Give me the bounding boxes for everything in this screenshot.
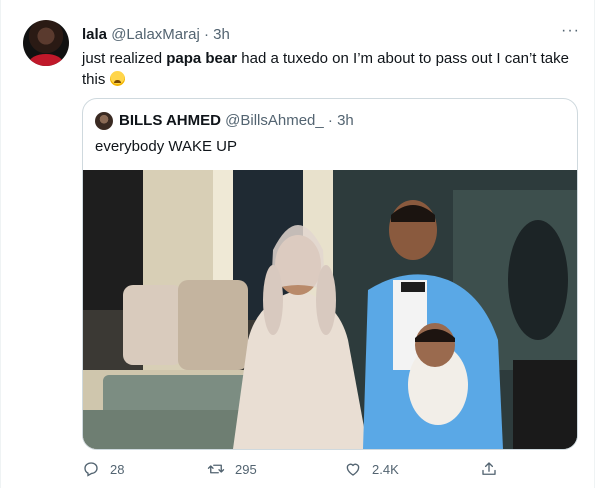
- share-icon: [482, 462, 496, 475]
- tweet-actions: 28 295 2.4K: [82, 458, 578, 480]
- tweet[interactable]: lala @LalaxMaraj · 3h ··· just realized …: [0, 0, 595, 488]
- retweet-count: 295: [235, 461, 257, 477]
- quoted-tweet-header: BILLS AHMED @BillsAhmed_ · 3h: [119, 112, 354, 130]
- quoted-tweet-time: 3h: [337, 112, 354, 129]
- photo-woman-earring: [316, 265, 336, 335]
- tweet-text: just realized papa bear had a tuxedo on …: [82, 48, 582, 90]
- photo-pillow: [178, 280, 248, 370]
- retweet-button[interactable]: 295: [207, 458, 257, 480]
- tweet-text-part: just realized: [82, 50, 167, 67]
- heart-icon: [346, 463, 360, 476]
- quoted-author-avatar: [95, 112, 113, 130]
- quoted-author-handle: @BillsAhmed_: [225, 112, 324, 129]
- reply-icon: [84, 462, 98, 477]
- author-name[interactable]: lala: [82, 26, 107, 43]
- share-button[interactable]: [480, 458, 498, 480]
- avatar-shirt: [29, 54, 63, 66]
- reply-button[interactable]: 28: [82, 458, 124, 480]
- like-button[interactable]: 2.4K: [344, 458, 399, 480]
- retweet-icon: [207, 464, 225, 474]
- photo-man-bowtie: [401, 282, 425, 292]
- reply-count: 28: [110, 461, 125, 477]
- author-handle[interactable]: @LalaxMaraj: [111, 26, 200, 43]
- header-separator: ·: [203, 26, 209, 43]
- quoted-header-separator: ·: [327, 112, 333, 129]
- more-options-button[interactable]: ···: [561, 22, 580, 40]
- tweet-text-bold: papa bear: [166, 50, 238, 67]
- tweet-time[interactable]: 3h: [213, 26, 230, 43]
- tweet-header: lala @LalaxMaraj · 3h: [82, 26, 230, 44]
- like-count: 2.4K: [372, 461, 399, 477]
- photo-pillow: [123, 285, 183, 365]
- quoted-tweet[interactable]: BILLS AHMED @BillsAhmed_ · 3h everybody …: [82, 98, 578, 450]
- quoted-author-name: BILLS AHMED: [119, 112, 221, 129]
- photo-fluffy-cushion: [513, 360, 577, 449]
- photo-background-person: [508, 220, 568, 340]
- crying-face-emoji-icon: [109, 71, 125, 86]
- photo-woman-earring: [263, 265, 283, 335]
- quoted-tweet-photo[interactable]: [83, 170, 577, 449]
- quoted-tweet-text: everybody WAKE UP: [95, 138, 237, 155]
- author-avatar[interactable]: [23, 20, 69, 66]
